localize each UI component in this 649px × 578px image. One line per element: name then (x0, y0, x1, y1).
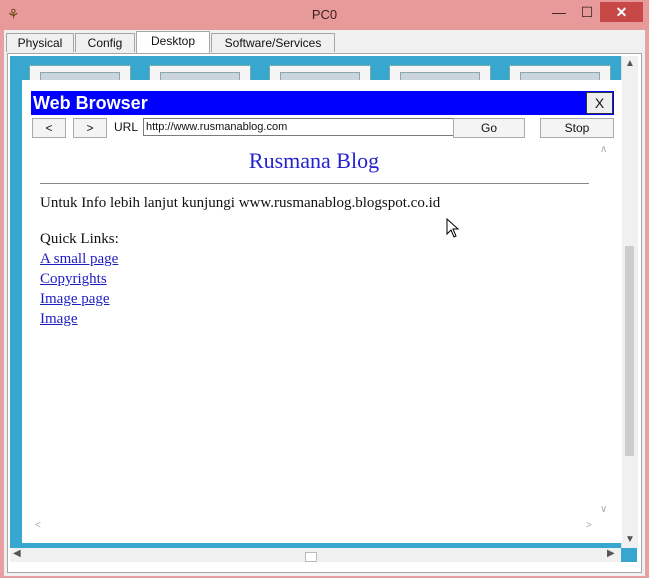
scroll-down-icon[interactable]: ∨ (600, 504, 607, 515)
tab-software-services[interactable]: Software/Services (211, 33, 335, 52)
scroll-down-icon[interactable]: ▼ (622, 534, 638, 545)
link-a-small-page[interactable]: A small page (40, 251, 118, 268)
url-input[interactable] (143, 118, 454, 136)
browser-close-button[interactable]: X (586, 92, 613, 114)
url-label: URL (114, 120, 139, 134)
link-copyrights[interactable]: Copyrights (40, 271, 107, 288)
scroll-thumb[interactable] (305, 552, 317, 562)
info-text: Untuk Info lebih lanjut kunjungi www.rus… (40, 195, 441, 211)
scroll-corner (621, 548, 637, 562)
scroll-left-icon[interactable]: ◀ (13, 548, 21, 559)
quick-links-label: Quick Links: (40, 231, 119, 247)
browser-content: Rusmana Blog Untuk Info lebih lanjut kun… (31, 142, 597, 518)
tab-config[interactable]: Config (75, 33, 135, 52)
stop-button[interactable]: Stop (540, 118, 614, 138)
scroll-left-icon[interactable]: < (35, 520, 41, 531)
scroll-thumb[interactable] (625, 246, 634, 456)
tab-physical[interactable]: Physical (6, 33, 74, 52)
scroll-right-icon[interactable]: > (586, 520, 592, 531)
link-image-page[interactable]: Image page (40, 291, 110, 308)
tab-desktop[interactable]: Desktop (136, 31, 210, 53)
browser-horizontal-scrollbar[interactable]: < > (31, 518, 597, 534)
link-image[interactable]: Image (40, 311, 77, 328)
go-button[interactable]: Go (453, 118, 525, 138)
scroll-right-icon[interactable]: ▶ (607, 548, 615, 559)
page-title: Rusmana Blog (248, 148, 380, 173)
browser-vertical-scrollbar[interactable]: ∧ ∨ (597, 142, 614, 518)
browser-titlebar: Web Browser X (31, 91, 614, 115)
window-titlebar: ⚘ PC0 — ☐ ✕ (0, 0, 649, 30)
browser-navbar: < > URL Go Stop (31, 118, 614, 140)
mouse-cursor-icon (446, 218, 460, 238)
divider (40, 183, 589, 184)
maximize-button[interactable]: ☐ (574, 2, 600, 22)
desktop-horizontal-scrollbar[interactable]: ◀ ▶ (10, 548, 621, 562)
back-button[interactable]: < (32, 118, 66, 138)
desktop-vertical-scrollbar[interactable]: ▲ ▼ (621, 56, 638, 550)
browser-title: Web Browser (33, 93, 148, 113)
forward-button[interactable]: > (73, 118, 107, 138)
minimize-button[interactable]: — (546, 2, 572, 22)
scroll-up-icon[interactable]: ▲ (622, 58, 638, 69)
scroll-up-icon[interactable]: ∧ (600, 144, 607, 155)
close-window-button[interactable]: ✕ (600, 2, 643, 22)
